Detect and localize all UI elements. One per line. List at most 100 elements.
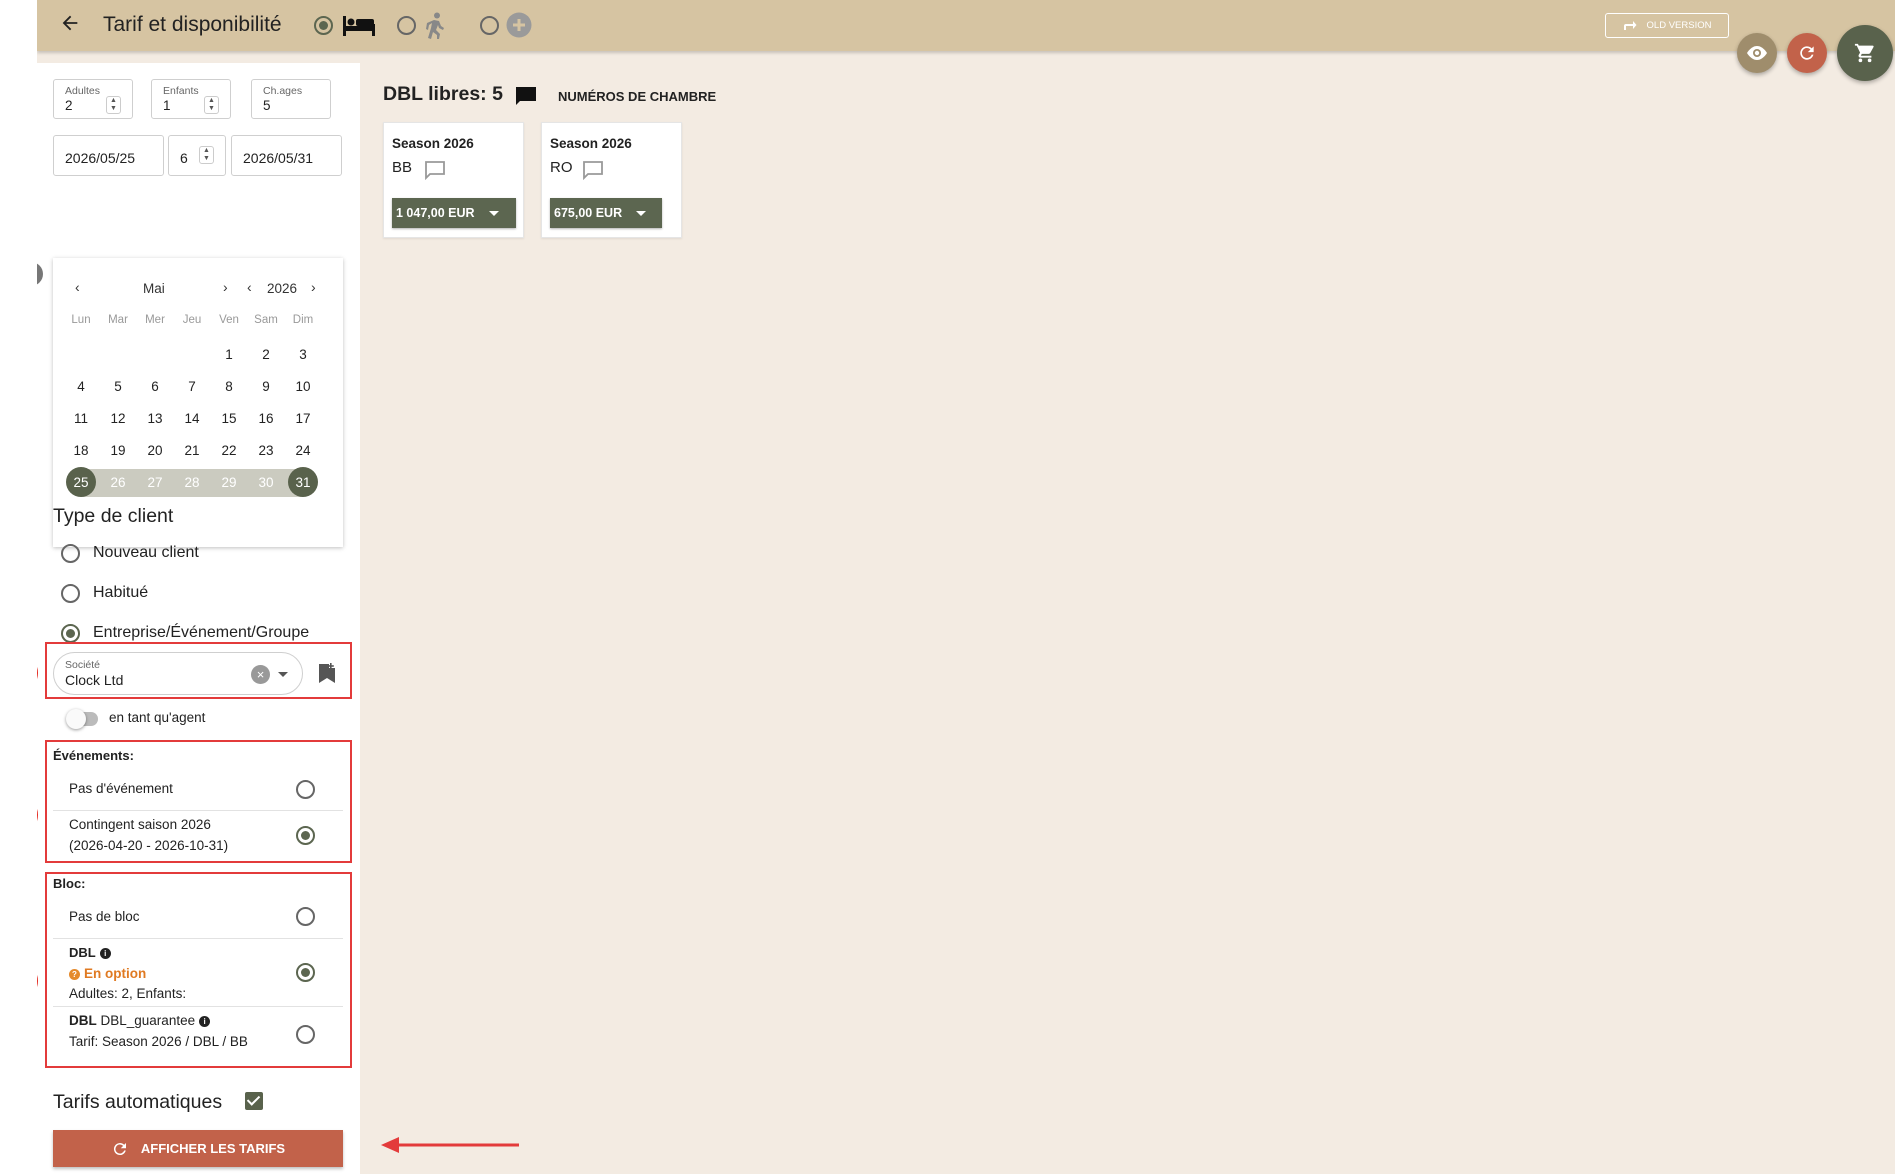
child-ages-label: Ch.ages — [263, 85, 303, 97]
calendar-day[interactable]: 20 — [137, 437, 173, 465]
mode-radio-extra[interactable] — [480, 16, 499, 35]
nights-value: 6 — [180, 150, 188, 166]
calendar-day[interactable]: 5 — [100, 373, 136, 401]
children-field[interactable]: Enfants 1 ▲ ▼ — [151, 79, 231, 119]
bloc-radio-none[interactable] — [296, 907, 315, 926]
bloc-guarantee-details: Tarif: Season 2026 / DBL / BB — [69, 1034, 248, 1049]
calendar-day[interactable]: 21 — [174, 437, 210, 465]
date-to-field[interactable]: 2026/05/31 — [231, 135, 342, 176]
prev-year-icon[interactable]: ‹ — [247, 279, 252, 295]
price-dropdown-button[interactable]: 675,00 EUR — [550, 198, 662, 228]
bookmark-add-icon[interactable] — [318, 662, 336, 689]
next-month-icon[interactable]: › — [223, 279, 228, 295]
bloc-radio-dbl[interactable] — [296, 963, 315, 982]
share-arrow-icon — [1623, 21, 1637, 30]
chat-icon[interactable] — [515, 86, 537, 111]
date-to-value: 2026/05/31 — [243, 150, 314, 166]
calendar-day[interactable]: 2 — [248, 341, 284, 369]
caret-down-icon — [488, 210, 499, 216]
mode-radio-activity[interactable] — [397, 16, 416, 35]
client-type-radio-new[interactable] — [61, 544, 80, 563]
comment-icon[interactable] — [582, 160, 604, 185]
chevron-down-icon[interactable] — [278, 672, 288, 677]
children-stepper[interactable]: ▲ ▼ — [204, 96, 219, 114]
mode-radio-room[interactable] — [314, 16, 333, 35]
back-arrow-icon[interactable] — [59, 12, 85, 38]
calendar-day[interactable]: 6 — [137, 373, 173, 401]
next-year-icon[interactable]: › — [311, 279, 316, 295]
clear-icon[interactable]: × — [251, 665, 270, 684]
comment-icon[interactable] — [424, 160, 446, 185]
calendar-day[interactable]: 12 — [100, 405, 136, 433]
bloc-radio-guarantee[interactable] — [296, 1025, 315, 1044]
company-select[interactable]: Société Clock Ltd × — [53, 652, 303, 695]
calendar-year: 2026 — [267, 281, 298, 296]
calendar-day[interactable]: 11 — [63, 405, 99, 433]
date-from-field[interactable]: 2026/05/25 — [53, 135, 164, 176]
calendar-day[interactable]: 8 — [211, 373, 247, 401]
calendar-day[interactable]: 25 — [63, 467, 99, 497]
old-version-button[interactable]: OLD VERSION — [1605, 13, 1729, 38]
bed-icon[interactable] — [343, 14, 375, 41]
event-option-none-label: Pas d'événement — [69, 781, 173, 796]
refresh-fab-button[interactable] — [1787, 33, 1827, 73]
calendar-day[interactable]: 28 — [174, 469, 210, 497]
info-icon[interactable]: i — [99, 948, 111, 959]
show-rates-button[interactable]: AFFICHER LES TARIFS — [53, 1130, 343, 1167]
calendar-day[interactable]: 17 — [285, 405, 321, 433]
client-type-radio-company[interactable] — [61, 624, 80, 643]
nights-stepper[interactable]: ▲ ▼ — [199, 146, 214, 164]
rate-card-ro: Season 2026 RO 675,00 EUR — [541, 122, 682, 238]
warning-icon: ? — [69, 969, 80, 980]
calendar-day[interactable]: 30 — [248, 469, 284, 497]
calendar-day[interactable]: 29 — [211, 469, 247, 497]
adults-value: 2 — [65, 98, 73, 113]
calendar-day[interactable]: 4 — [63, 373, 99, 401]
calendar-day[interactable]: 16 — [248, 405, 284, 433]
adults-field[interactable]: Adultes 2 ▲ ▼ — [53, 79, 133, 119]
refresh-icon — [1800, 46, 1814, 60]
info-icon[interactable]: i — [199, 1016, 211, 1027]
page: Tarif et disponibilité OLD VERSION Adult… — [37, 0, 1895, 1174]
walking-person-icon[interactable] — [425, 12, 445, 45]
calendar-day[interactable]: 10 — [285, 373, 321, 401]
weekday-label: Mer — [145, 314, 165, 326]
preview-button[interactable] — [1737, 33, 1777, 73]
cart-button[interactable] — [1837, 25, 1893, 81]
add-circle-icon[interactable] — [506, 12, 532, 43]
divider — [53, 810, 343, 811]
page-title: Tarif et disponibilité — [103, 13, 282, 36]
price-dropdown-button[interactable]: 1 047,00 EUR — [392, 198, 516, 228]
calendar-day[interactable]: 31 — [285, 467, 321, 497]
calendar-day[interactable]: 26 — [100, 469, 136, 497]
nights-field[interactable]: 6 ▲ ▼ — [168, 135, 226, 176]
auto-rates-checkbox[interactable] — [245, 1092, 263, 1110]
calendar-day[interactable]: 24 — [285, 437, 321, 465]
event-radio-contingent[interactable] — [296, 826, 315, 845]
calendar-day[interactable]: 9 — [248, 373, 284, 401]
prev-month-icon[interactable]: ‹ — [75, 279, 80, 295]
calendar-day[interactable]: 19 — [100, 437, 136, 465]
auto-rates-label: Tarifs automatiques — [53, 1091, 223, 1113]
calendar-day[interactable]: 14 — [174, 405, 210, 433]
room-numbers-button[interactable]: NUMÉROS DE CHAMBRE — [558, 89, 716, 104]
event-radio-none[interactable] — [296, 780, 315, 799]
calendar-day[interactable]: 22 — [211, 437, 247, 465]
events-title: Événements: — [53, 748, 134, 763]
calendar-day[interactable]: 15 — [211, 405, 247, 433]
calendar-day[interactable]: 7 — [174, 373, 210, 401]
calendar-day[interactable]: 1 — [211, 341, 247, 369]
availability-title: DBL libres: 5 — [383, 83, 503, 105]
calendar-day[interactable]: 13 — [137, 405, 173, 433]
calendar: ‹ Mai › ‹ 2026 › Lun Mar Mer Jeu Ven Sam Dim 1… — [53, 258, 343, 547]
client-type-radio-regular[interactable] — [61, 584, 80, 603]
adults-stepper[interactable]: ▲ ▼ — [106, 96, 121, 114]
caret-down-icon — [636, 210, 647, 216]
calendar-day[interactable]: 3 — [285, 341, 321, 369]
child-ages-field[interactable]: Ch.ages 5 — [251, 79, 331, 119]
agent-toggle[interactable] — [66, 709, 98, 729]
top-bar: Tarif et disponibilité OLD VERSION — [37, 0, 1895, 51]
calendar-day[interactable]: 27 — [137, 469, 173, 497]
calendar-day[interactable]: 18 — [63, 437, 99, 465]
calendar-day[interactable]: 23 — [248, 437, 284, 465]
